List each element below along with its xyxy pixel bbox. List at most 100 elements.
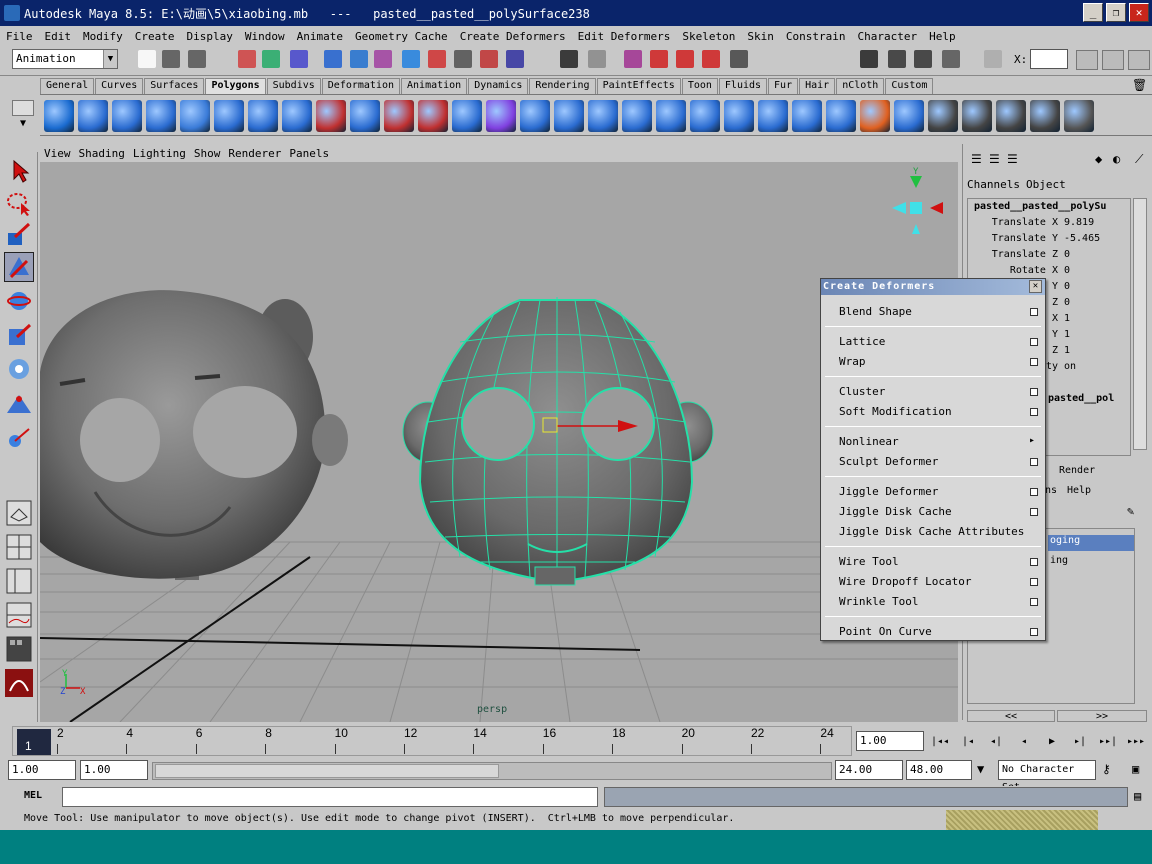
poly-bevel-icon[interactable]	[758, 100, 788, 132]
poly-insert-edge-icon[interactable]	[724, 100, 754, 132]
shelf-tab-curves[interactable]: Curves	[95, 78, 144, 94]
poly-sphere-icon[interactable]	[44, 100, 74, 132]
uv-planar-icon[interactable]	[928, 100, 958, 132]
poly-torus-icon[interactable]	[214, 100, 244, 132]
option-box-icon[interactable]	[1030, 458, 1038, 466]
animation-preferences-icon[interactable]: ▣	[1132, 762, 1139, 776]
four-view-layout-icon[interactable]	[4, 532, 34, 562]
poly-append-icon[interactable]	[656, 100, 686, 132]
scroll-left-button[interactable]: <<	[967, 710, 1055, 722]
menu-item-nonlinear[interactable]: Nonlinear	[839, 435, 899, 448]
menu-item-wrap[interactable]: Wrap	[839, 355, 866, 368]
channel-value[interactable]: on	[1064, 361, 1076, 372]
uv-cylindrical-icon[interactable]	[962, 100, 992, 132]
play-forwards-button[interactable]: ▶	[1042, 733, 1062, 751]
scale-tool-icon[interactable]	[4, 320, 34, 350]
go-to-start-button[interactable]: |◂◂	[930, 733, 950, 751]
shelf-tab-polygons[interactable]: Polygons	[205, 78, 266, 94]
menu-item-lattice[interactable]: Lattice	[839, 335, 885, 348]
move-tool-icon[interactable]	[4, 252, 34, 282]
layer-menu-help[interactable]: Help	[1067, 485, 1091, 496]
option-box-icon[interactable]	[1030, 578, 1038, 586]
select-misc-icon[interactable]	[506, 50, 524, 68]
option-box-icon[interactable]	[1030, 598, 1038, 606]
persp-outliner-layout-icon[interactable]	[4, 566, 34, 596]
menu-create-deformers[interactable]: Create Deformers	[454, 30, 572, 43]
channel-row[interactable]: Rotate X 0	[968, 265, 1128, 276]
layer-menu-options[interactable]: ns	[1045, 485, 1057, 496]
poly-cone-icon[interactable]	[146, 100, 176, 132]
select-surfaces-icon[interactable]	[402, 50, 420, 68]
menu-item-wrinkle-tool[interactable]: Wrinkle Tool	[839, 595, 918, 608]
channel-value[interactable]: 1	[1064, 345, 1070, 356]
shelf-tab-dynamics[interactable]: Dynamics	[468, 78, 529, 94]
minimize-button[interactable]: _	[1083, 3, 1103, 22]
poly-separate-icon[interactable]	[350, 100, 380, 132]
shape-node-name[interactable]: pasted__pol	[1048, 393, 1114, 404]
range-slider-handle[interactable]	[155, 764, 499, 778]
menu-file[interactable]: File	[0, 30, 39, 43]
option-box-icon[interactable]	[1030, 388, 1038, 396]
poly-pyramid-icon[interactable]	[248, 100, 278, 132]
head-model-selected[interactable]	[402, 297, 714, 586]
step-forward-key-button[interactable]: ▸|	[1070, 733, 1090, 751]
menu-create[interactable]: Create	[129, 30, 181, 43]
time-slider-track[interactable]: 1	[12, 726, 852, 756]
menu-display[interactable]: Display	[181, 30, 239, 43]
shelf-tab-subdivs[interactable]: Subdivs	[266, 78, 321, 94]
layer-item[interactable]: ing	[1050, 555, 1068, 566]
pin-icon[interactable]: ⟋	[1135, 152, 1143, 167]
poly-reduce-icon[interactable]	[520, 100, 550, 132]
channel-row[interactable]: Translate Y -5.465	[968, 233, 1128, 244]
poly-collapse-icon[interactable]	[826, 100, 856, 132]
range-slider[interactable]	[152, 762, 832, 780]
poly-smooth-icon[interactable]	[486, 100, 516, 132]
poly-boolean-union-icon[interactable]	[418, 100, 448, 132]
tool-settings-icon[interactable]: ◆	[1095, 152, 1102, 166]
character-set-select[interactable]: No Character Set	[998, 760, 1096, 793]
poly-extrude-edge-icon[interactable]	[588, 100, 618, 132]
poly-pipe-icon[interactable]	[282, 100, 312, 132]
select-render-icon[interactable]	[480, 50, 498, 68]
poly-bridge-icon[interactable]	[622, 100, 652, 132]
channel-value[interactable]: 0	[1064, 249, 1070, 260]
poly-split-icon[interactable]	[690, 100, 720, 132]
render-view-icon[interactable]	[860, 50, 878, 68]
file-open-icon[interactable]	[162, 50, 180, 68]
poly-boolean-difference-icon[interactable]	[452, 100, 482, 132]
shelf-tab-general[interactable]: General	[40, 78, 95, 94]
step-forward-frame-button[interactable]: ▸▸|	[1098, 733, 1118, 751]
object-name[interactable]: pasted__pasted__polySu	[974, 201, 1106, 212]
option-box-icon[interactable]	[1030, 558, 1038, 566]
channel-value[interactable]: 1	[1064, 313, 1070, 324]
shelf-tab-animation[interactable]: Animation	[401, 78, 468, 94]
character-set-chevron-icon[interactable]: ▼	[977, 762, 984, 776]
menu-item-wire-dropoff-locator[interactable]: Wire Dropoff Locator	[839, 575, 971, 588]
highlight-selection-icon[interactable]	[588, 50, 606, 68]
poly-cylinder-icon[interactable]	[112, 100, 142, 132]
universal-manipulator-icon[interactable]	[4, 354, 34, 384]
lock-selection-icon[interactable]	[560, 50, 578, 68]
menu-geometry-cache[interactable]: Geometry Cache	[349, 30, 454, 43]
playback-end-field[interactable]: 24.00	[835, 760, 903, 780]
render-globals-icon[interactable]	[942, 50, 960, 68]
shelf-tab-painteffects[interactable]: PaintEffects	[596, 78, 681, 94]
animation-end-field[interactable]: 48.00	[906, 760, 972, 780]
channel-value[interactable]: 0	[1064, 281, 1070, 292]
option-box-icon[interactable]	[1030, 488, 1038, 496]
scroll-right-button[interactable]: >>	[1057, 710, 1147, 722]
option-box-icon[interactable]	[1030, 338, 1038, 346]
poly-cube-icon[interactable]	[78, 100, 108, 132]
rotate-tool-icon[interactable]	[4, 286, 34, 316]
key-icon[interactable]: ⚷	[1102, 762, 1111, 776]
current-time-marker[interactable]	[17, 729, 51, 755]
channel-value[interactable]: -5.465	[1064, 233, 1100, 244]
uv-editor-icon[interactable]	[1064, 100, 1094, 132]
x-coordinate-input[interactable]	[1030, 49, 1068, 69]
command-input[interactable]	[62, 787, 598, 807]
maximize-button[interactable]: ❐	[1106, 3, 1126, 22]
menu-skeleton[interactable]: Skeleton	[676, 30, 741, 43]
shelf-tab-fur[interactable]: Fur	[768, 78, 799, 94]
option-box-icon[interactable]	[1030, 408, 1038, 416]
panel-menu-view[interactable]: View	[40, 147, 75, 160]
